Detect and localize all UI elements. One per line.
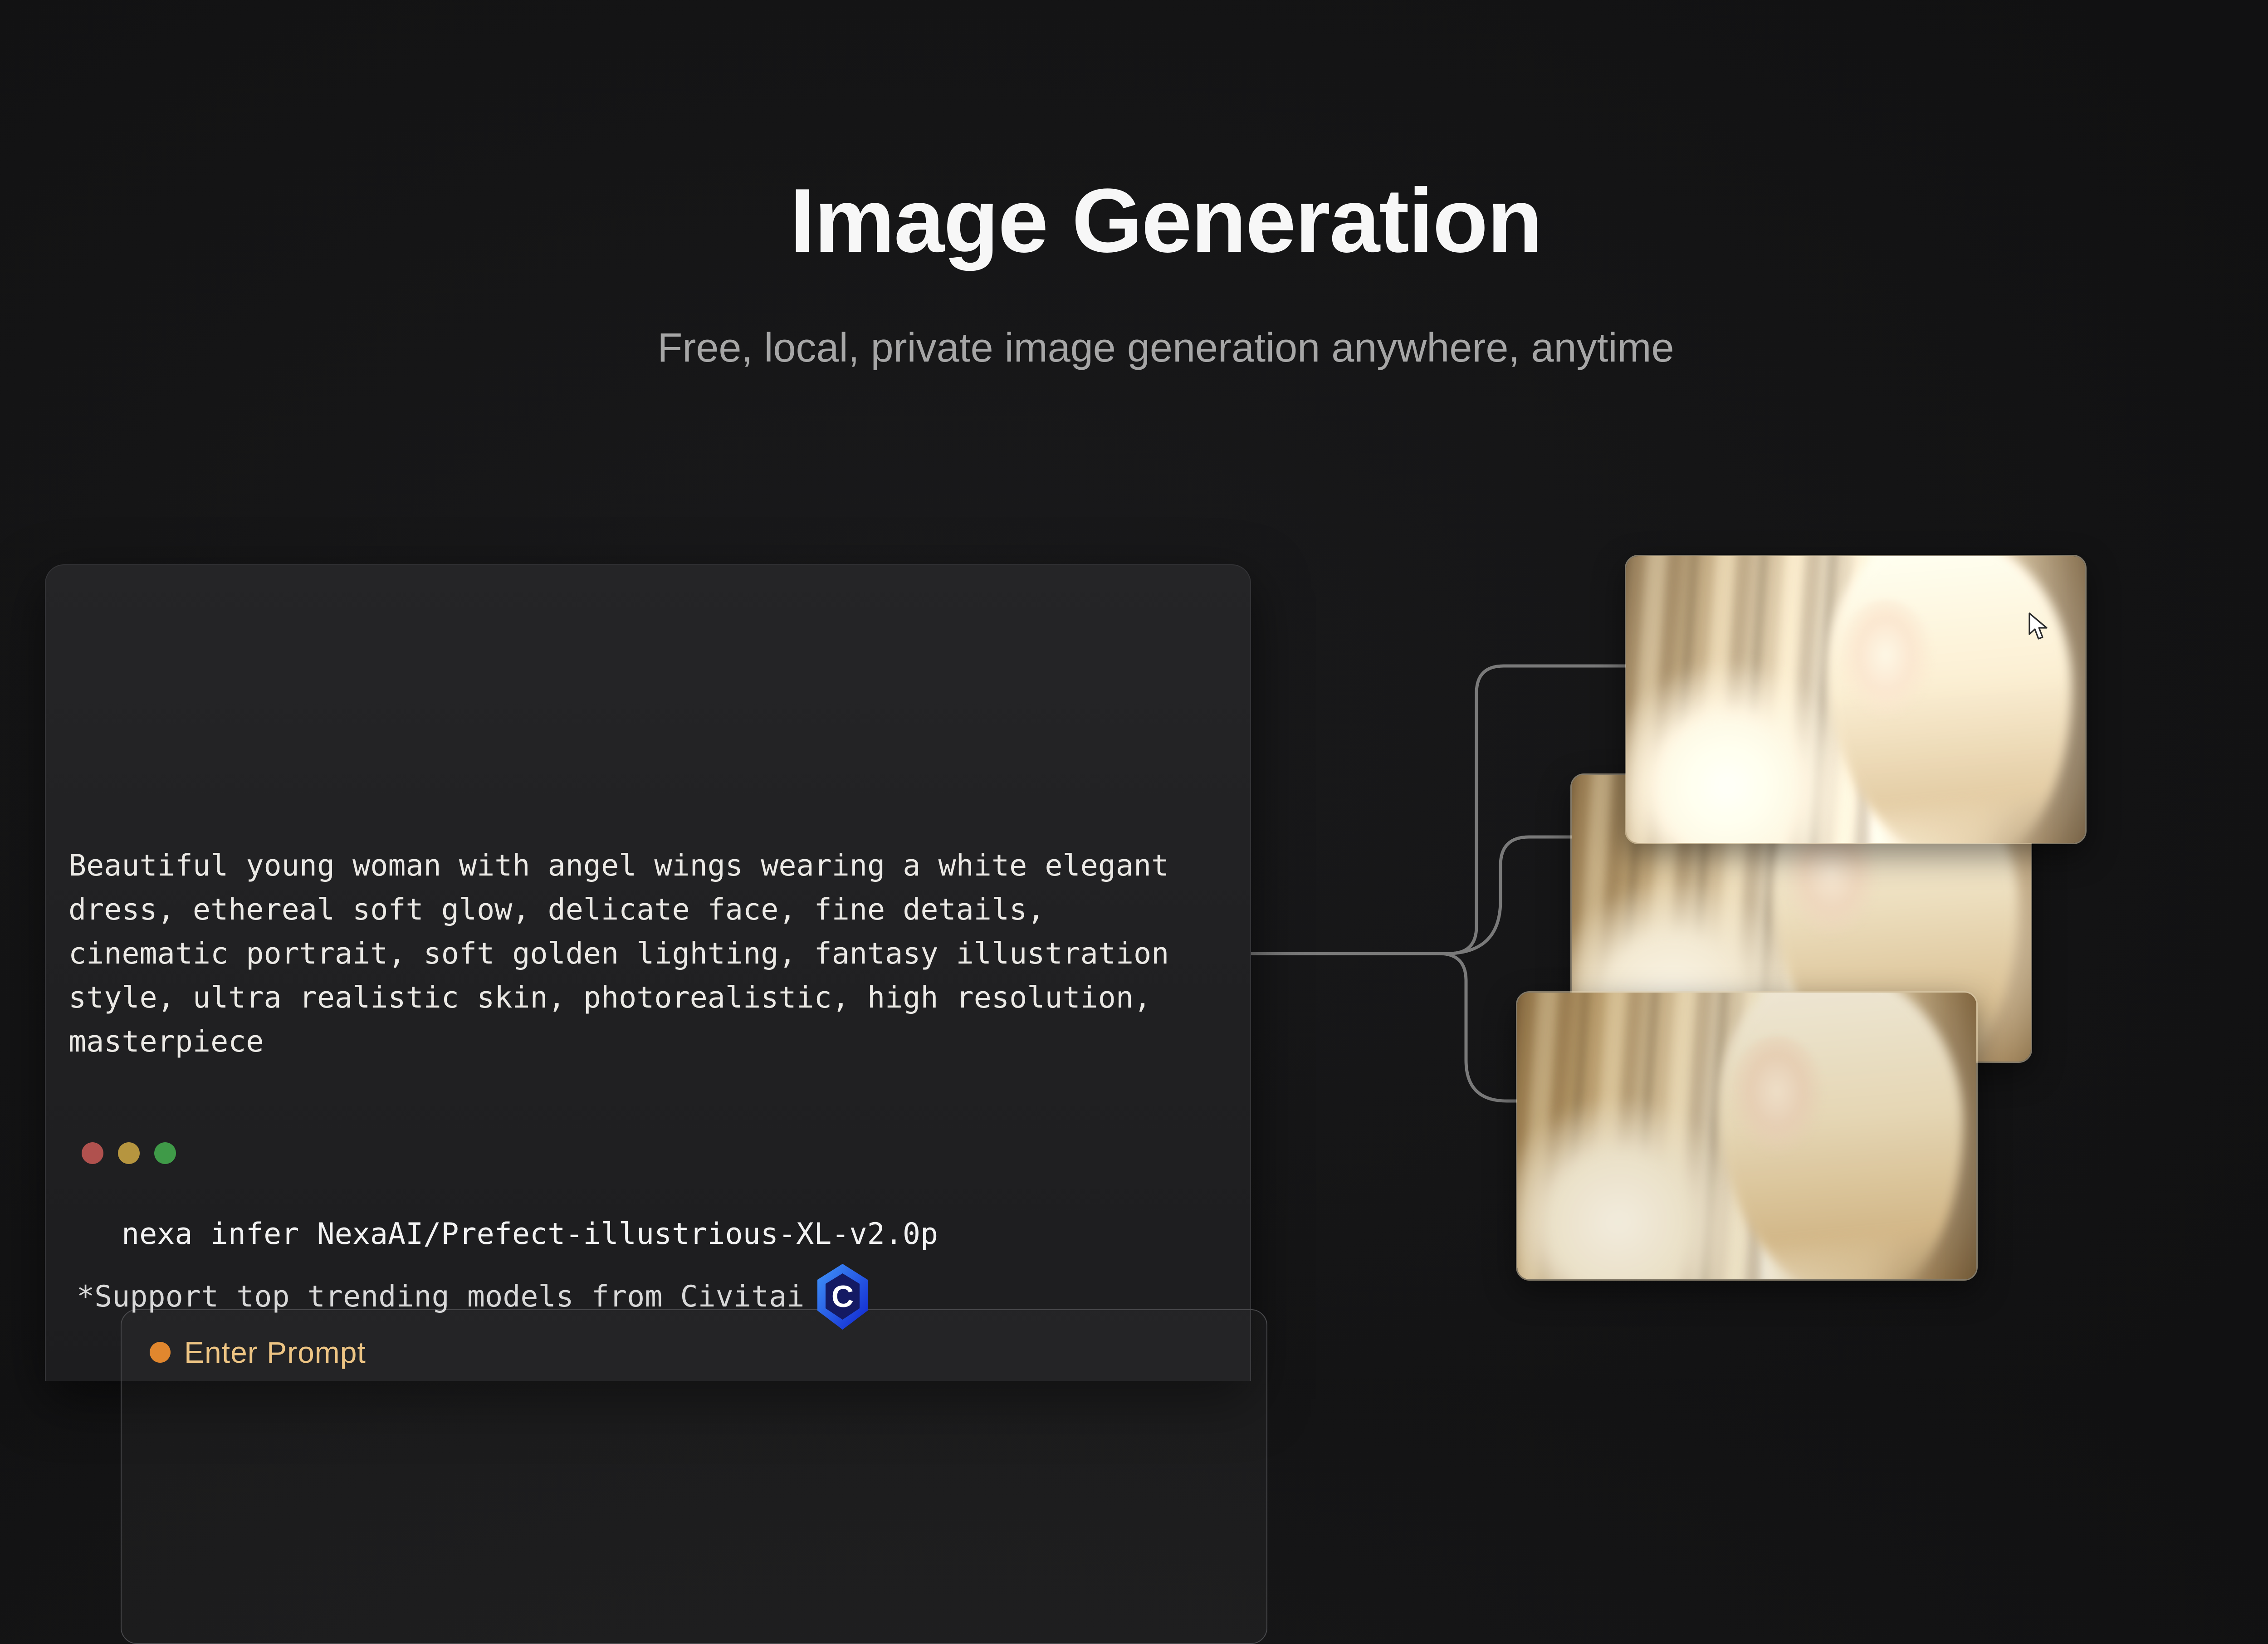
footer-note: *Support top trending models from Civita… [77, 1280, 804, 1314]
generated-image-card-bottom [1516, 991, 1978, 1281]
prompt-text-value[interactable]: Beautiful young woman with angel wings w… [68, 844, 1169, 1064]
connector-middle-branch [1449, 837, 1574, 954]
page-root: { "hero": { "title": "Image Generation",… [0, 0, 2268, 1379]
cursor-pointer-icon [2028, 612, 2049, 641]
generated-image-card-top [1625, 555, 2087, 844]
generated-image-art [1626, 556, 2085, 843]
civitai-logo-icon: C [817, 1263, 868, 1330]
terminal-footer: *Support top trending models from Civita… [77, 1263, 868, 1330]
civitai-letter: C [831, 1279, 854, 1314]
connector-bottom-branch [1251, 954, 1520, 1101]
window-controls [82, 1142, 176, 1164]
minimize-button[interactable] [118, 1142, 140, 1164]
generated-image-art [1517, 993, 1976, 1279]
prompt-label: Enter Prompt [184, 1335, 366, 1370]
terminal-command-text: nexa infer NexaAI/Prefect-illustrious-XL… [122, 1214, 938, 1255]
prompt-panel-header: Enter Prompt [150, 1337, 366, 1367]
terminal-window: nexa infer NexaAI/Prefect-illustrious-XL… [45, 564, 1251, 1381]
status-dot-icon [150, 1342, 171, 1363]
zoom-button[interactable] [154, 1142, 176, 1164]
close-button[interactable] [82, 1142, 103, 1164]
prompt-input-panel[interactable]: Enter Prompt [121, 1309, 1267, 1644]
